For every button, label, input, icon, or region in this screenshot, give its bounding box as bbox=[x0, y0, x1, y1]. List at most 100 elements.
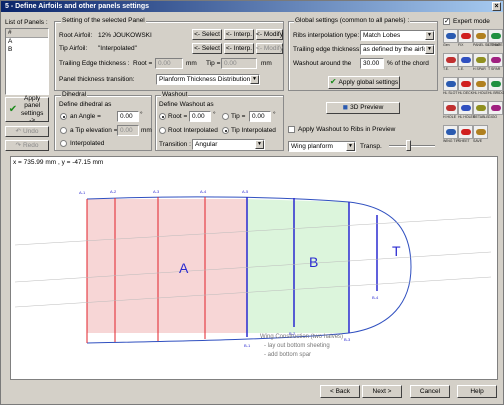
washout-chord-field[interactable]: 30.00 bbox=[360, 58, 384, 69]
apply-washout-checkbox[interactable] bbox=[288, 126, 295, 133]
washout-root-interp-radio[interactable] bbox=[159, 127, 166, 134]
gigo-icon-glyph bbox=[491, 105, 501, 111]
hl-hole-icon-glyph bbox=[476, 81, 486, 87]
next-button[interactable]: Next > bbox=[362, 385, 402, 398]
washout-chord-suffix: % of the chord bbox=[387, 60, 429, 67]
undo-button[interactable]: ↶ Undo bbox=[5, 126, 49, 137]
selected-panel-title: Setting of the selected Panel bbox=[61, 17, 146, 24]
gen-icon[interactable] bbox=[443, 29, 458, 43]
dihedral-angle-radio[interactable] bbox=[60, 113, 67, 120]
transparency-slider-thumb[interactable] bbox=[406, 140, 411, 151]
back-button[interactable]: < Back bbox=[320, 385, 360, 398]
wing-canvas[interactable]: x = 735.99 mm , y = -47.15 mm A B T A-1 … bbox=[10, 156, 498, 380]
redo-button[interactable]: ↷ Redo bbox=[5, 140, 49, 151]
washout-transition-label: Transition : bbox=[159, 141, 191, 148]
washout-tip-interp-label: Tip Interpolated bbox=[231, 127, 276, 134]
hl-slot-icon[interactable] bbox=[443, 77, 458, 91]
te-icon[interactable] bbox=[443, 53, 458, 67]
te-root-label: Root = bbox=[133, 60, 153, 67]
rib-label-b4-bottom: B-4 bbox=[372, 295, 379, 300]
note-line-1: Wing Construction (two halves) bbox=[260, 334, 343, 340]
expert-mode-checkbox[interactable]: ✓ bbox=[443, 18, 450, 25]
washout-tip-radio[interactable] bbox=[222, 113, 229, 120]
le-icon[interactable] bbox=[458, 53, 473, 67]
apply-global-settings-button[interactable]: ✔ Apply global settings bbox=[328, 76, 400, 89]
cancel-button[interactable]: Cancel bbox=[410, 385, 450, 398]
preview-view-select[interactable]: Wing planform ▼ bbox=[288, 141, 356, 152]
wing-tip-icon[interactable] bbox=[443, 125, 458, 139]
hl-slot-label: HL SLOT bbox=[443, 91, 458, 95]
dihedral-tip-elev-radio[interactable] bbox=[60, 127, 67, 134]
dihedral-interp-radio[interactable] bbox=[60, 140, 67, 147]
tspar-icon[interactable] bbox=[488, 53, 503, 67]
tip-modify-button[interactable]: <- Modify bbox=[256, 43, 283, 54]
sheet-icon[interactable] bbox=[458, 125, 473, 139]
apply-panel-settings-button[interactable]: ✔ Apply panel settings -> bbox=[5, 95, 49, 124]
hl-slot-icon-glyph bbox=[446, 81, 456, 87]
washout-root-radio[interactable] bbox=[159, 113, 166, 120]
te-tip-unit: mm bbox=[261, 60, 272, 67]
tip-interp-button[interactable]: <- Interp. bbox=[224, 43, 254, 54]
hspar-label: H SPAR bbox=[473, 67, 486, 71]
thickness-transition-select[interactable]: Planform Thickness Distribution ▼ bbox=[156, 74, 260, 85]
washout-tip-field[interactable]: 0.00 bbox=[249, 111, 271, 122]
chevron-down-icon: ▼ bbox=[250, 75, 259, 84]
hspar-icon[interactable] bbox=[473, 53, 488, 67]
gigo-icon[interactable] bbox=[488, 101, 503, 115]
panel-item-b[interactable]: B bbox=[6, 46, 48, 54]
3d-preview-button[interactable]: ◼ 3D Preview bbox=[326, 102, 400, 114]
rib-label-a2: A-2 bbox=[110, 189, 117, 194]
cube-icon: ◼ bbox=[342, 104, 349, 112]
dihedral-tip-elev-field[interactable]: 0.00 bbox=[117, 125, 139, 136]
washout-transition-select[interactable]: Angular ▼ bbox=[192, 139, 265, 150]
transparency-label: Transp. bbox=[360, 143, 382, 150]
rib-label-a5: A-5 bbox=[242, 189, 249, 194]
root-modify-button[interactable]: <- Modify bbox=[256, 29, 283, 40]
panel-item-a[interactable]: A bbox=[6, 38, 48, 46]
dihedral-tip-elev-unit: mm bbox=[141, 127, 152, 134]
expert-mode-label: Expert mode bbox=[453, 18, 490, 25]
h-hole-icon[interactable] bbox=[443, 101, 458, 115]
hl-deck-label: HL DECK bbox=[458, 91, 474, 95]
panel-setting-icon[interactable] bbox=[473, 29, 488, 43]
te-tip-field[interactable]: 0.00 bbox=[221, 58, 257, 69]
dihedral-interp-label: Interpolated bbox=[70, 140, 105, 147]
panels-list[interactable]: # A B bbox=[5, 28, 49, 95]
hl-bridge-icon[interactable] bbox=[488, 77, 503, 91]
dihedral-angle-field[interactable]: 0.00 bbox=[117, 111, 139, 122]
note-line-2: - lay out bottom sheeting bbox=[264, 343, 330, 349]
global-te-thick-label: Trailing edge thickness: bbox=[293, 46, 362, 53]
root-interp-button[interactable]: <- Interp. bbox=[224, 29, 254, 40]
apply-washout-label: Apply Washout to Ribs in Preview bbox=[298, 126, 396, 133]
gigo-label: GIGO bbox=[488, 115, 498, 119]
tip-select-button[interactable]: <- Select bbox=[192, 43, 222, 54]
global-te-thick-select[interactable]: as defined by the airfoil ▼ bbox=[360, 44, 435, 55]
hl-hole-icon[interactable] bbox=[473, 77, 488, 91]
hl-deck-icon[interactable] bbox=[458, 77, 473, 91]
close-icon[interactable]: × bbox=[492, 2, 501, 11]
panel-b-label: B bbox=[309, 254, 318, 270]
save-icon[interactable] bbox=[473, 125, 488, 139]
help-button[interactable]: Help bbox=[457, 385, 497, 398]
sheet-label: SHEET bbox=[458, 139, 470, 143]
l-shape-icon-glyph bbox=[491, 33, 501, 39]
l-shape-icon[interactable] bbox=[488, 29, 503, 43]
te-root-unit: mm bbox=[186, 60, 197, 67]
hl-holes-icon[interactable] bbox=[458, 101, 473, 115]
le-icon-glyph bbox=[461, 57, 471, 63]
hl-holes-icon-glyph bbox=[461, 105, 471, 111]
fix-icon-glyph bbox=[461, 33, 471, 39]
transparency-slider[interactable] bbox=[389, 145, 435, 147]
thickness-transition-label: Panel thickness transition: bbox=[59, 76, 135, 83]
gen-icon-glyph bbox=[446, 33, 456, 39]
washout-root-field[interactable]: 0.00 bbox=[189, 111, 211, 122]
h-hole-label: H HOLE bbox=[443, 115, 457, 119]
te-root-field[interactable]: 0.00 bbox=[155, 58, 183, 69]
root-select-button[interactable]: <- Select bbox=[192, 29, 222, 40]
washout-tip-interp-radio[interactable] bbox=[222, 127, 229, 134]
hl-bridge-icon-glyph bbox=[491, 81, 501, 87]
retable-icon[interactable] bbox=[473, 101, 488, 115]
fix-icon[interactable] bbox=[458, 29, 473, 43]
ribs-interp-select[interactable]: Match Lobes ▼ bbox=[360, 30, 435, 41]
undo-icon: ↶ bbox=[15, 127, 21, 135]
